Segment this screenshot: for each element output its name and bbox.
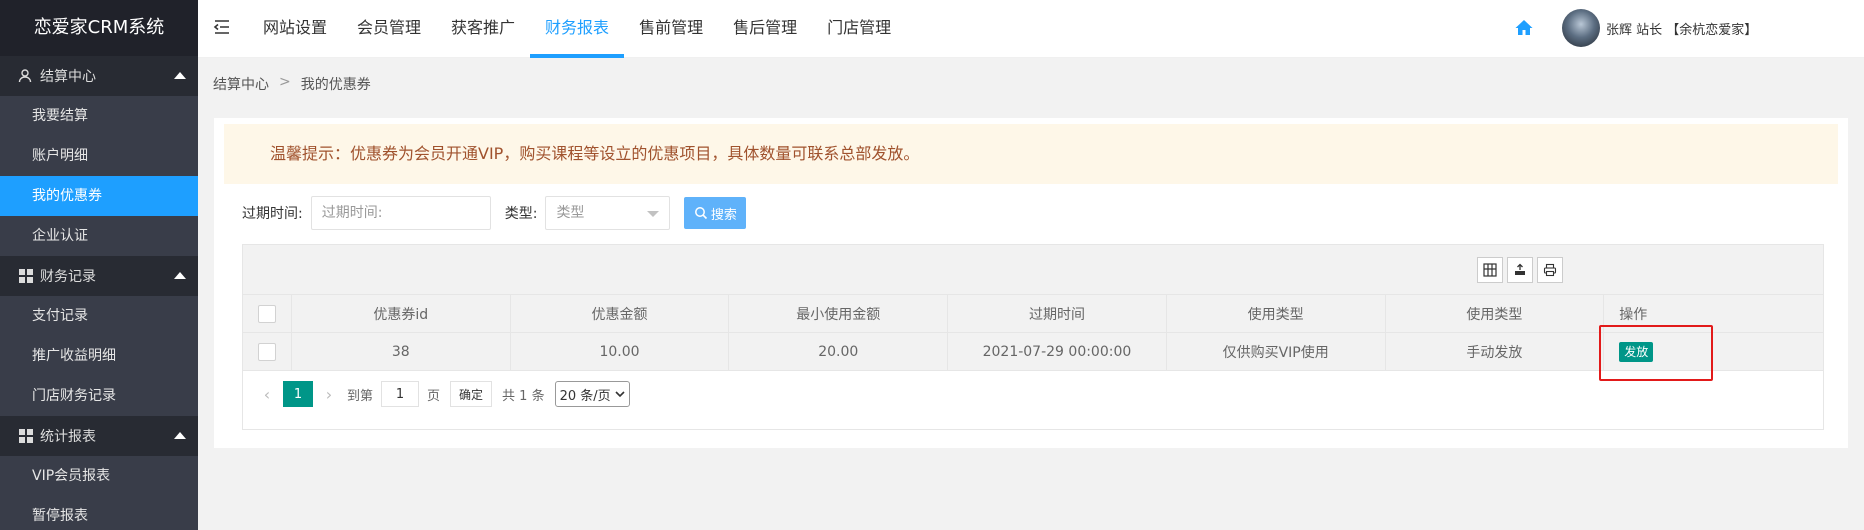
table-toolbar [243, 245, 1823, 295]
sidebar-group-finance[interactable]: 财务记录 [0, 256, 198, 296]
sidebar-item-settle[interactable]: 我要结算 [0, 96, 198, 136]
user-icon [18, 68, 34, 84]
sidebar-item-payments[interactable]: 支付记录 [0, 296, 198, 336]
sidebar-item-store-finance[interactable]: 门店财务记录 [0, 376, 198, 416]
col-min-amount[interactable]: 最小使用金额 [729, 295, 949, 332]
caret-up-icon [174, 272, 186, 279]
caret-up-icon [174, 432, 186, 439]
nav-member-management[interactable]: 会员管理 [342, 0, 436, 58]
cell-actions: 发放 [1604, 333, 1823, 370]
page-size-value: 20 条/页 [559, 388, 611, 404]
nav-site-settings[interactable]: 网站设置 [248, 0, 342, 58]
sidebar-item-enterprise-auth[interactable]: 企业认证 [0, 216, 198, 256]
row-checkbox[interactable] [257, 342, 276, 361]
cell-min-amount: 20.00 [729, 333, 949, 370]
home-icon[interactable] [1514, 18, 1534, 38]
sidebar-group-settlement[interactable]: 结算中心 [0, 56, 198, 96]
page-size-select[interactable]: 20 条/页 [554, 381, 630, 407]
export-icon[interactable] [1507, 257, 1533, 283]
avatar[interactable] [1562, 9, 1600, 47]
expire-date-input[interactable]: 过期时间: [310, 196, 491, 230]
sidebar: 恋爱家CRM系统 结算中心 我要结算 账户明细 我的优惠券 企业认证 财务记录 … [0, 0, 198, 530]
type-select[interactable]: 类型 [545, 196, 671, 230]
breadcrumb-separator: > [279, 74, 291, 90]
cell-expire-time: 2021-07-29 00:00:00 [948, 333, 1167, 370]
sidebar-group-label: 财务记录 [40, 269, 96, 285]
table-row: 38 10.00 20.00 2021-07-29 00:00:00 仅供购买V… [243, 333, 1823, 371]
nav-customer-acquisition[interactable]: 获客推广 [436, 0, 530, 58]
col-use-type[interactable]: 使用类型 [1167, 295, 1386, 332]
cell-use-type: 仅供购买VIP使用 [1167, 333, 1386, 370]
sidebar-group-reports[interactable]: 统计报表 [0, 416, 198, 456]
main-card: 温馨提示：优惠券为会员开通VIP，购买课程等设立的优惠项目，具体数量可联系总部发… [214, 118, 1848, 448]
search-button-label: 搜索 [710, 207, 737, 223]
columns-filter-icon[interactable] [1477, 257, 1503, 283]
select-all-checkbox[interactable] [257, 304, 276, 323]
print-icon[interactable] [1537, 257, 1563, 283]
goto-page-input[interactable]: 1 [381, 381, 420, 407]
col-expire-time[interactable]: 过期时间 [948, 295, 1167, 332]
apps-icon [18, 268, 34, 284]
goto-confirm-button[interactable]: 确定 [450, 381, 493, 407]
chevron-down-icon [615, 391, 625, 398]
breadcrumb-current: 我的优惠券 [300, 77, 371, 93]
col-amount[interactable]: 优惠金额 [511, 295, 730, 332]
page-unit-label: 页 [427, 388, 441, 404]
chevron-down-icon [647, 211, 660, 217]
issue-coupon-button[interactable]: 发放 [1619, 341, 1654, 362]
col-coupon-id[interactable]: 优惠券id [292, 295, 511, 332]
nav-aftersale[interactable]: 售后管理 [718, 0, 812, 58]
sidebar-item-my-coupons[interactable]: 我的优惠券 [0, 176, 198, 216]
expire-label: 过期时间: [242, 206, 303, 222]
top-header: 网站设置 会员管理 获客推广 财务报表 售前管理 售后管理 门店管理 张辉 站长… [198, 0, 1864, 58]
sidebar-item-account-detail[interactable]: 账户明细 [0, 136, 198, 176]
nav-finance-reports[interactable]: 财务报表 [530, 0, 625, 58]
app-logo: 恋爱家CRM系统 [0, 0, 198, 56]
breadcrumb-root[interactable]: 结算中心 [213, 74, 269, 94]
table-header: 优惠券id 优惠金额 最小使用金额 过期时间 使用类型 使用类型 操作 [243, 295, 1823, 333]
cell-amount: 10.00 [511, 333, 730, 370]
current-page[interactable]: 1 [283, 381, 313, 407]
next-page-button[interactable]: › [319, 385, 339, 404]
col-actions: 操作 [1619, 306, 1648, 323]
top-nav: 网站设置 会员管理 获客推广 财务报表 售前管理 售后管理 门店管理 [248, 0, 906, 58]
sidebar-item-vip-report[interactable]: VIP会员报表 [0, 456, 198, 496]
search-button[interactable]: 搜索 [684, 197, 747, 229]
pagination: ‹ 1 › 到第 1 页 确定 共 1 条 20 条/页 [257, 381, 630, 407]
filter-bar: 过期时间: 过期时间: 类型: 类型 搜索 [242, 196, 747, 230]
user-label[interactable]: 张辉 站长 【余杭恋爱家】 [1606, 19, 1757, 38]
breadcrumb: 结算中心 > 我的优惠券 [213, 74, 371, 94]
coupon-table: 优惠券id 优惠金额 最小使用金额 过期时间 使用类型 使用类型 操作 38 1… [242, 244, 1824, 430]
sidebar-group-label: 统计报表 [40, 429, 96, 445]
row-select-cell [243, 333, 292, 370]
cell-coupon-id: 38 [292, 333, 511, 370]
total-count: 共 1 条 [502, 388, 545, 404]
caret-up-icon [174, 72, 186, 79]
apps-icon [18, 428, 34, 444]
nav-store-management[interactable]: 门店管理 [812, 0, 906, 58]
type-label: 类型: [504, 206, 538, 222]
menu-toggle-icon[interactable] [212, 17, 232, 37]
tip-banner: 温馨提示：优惠券为会员开通VIP，购买课程等设立的优惠项目，具体数量可联系总部发… [224, 124, 1838, 184]
type-select-value: 类型 [556, 205, 585, 221]
prev-page-button[interactable]: ‹ [257, 385, 277, 404]
nav-presale[interactable]: 售前管理 [624, 0, 718, 58]
col-use-type-2[interactable]: 使用类型 [1386, 295, 1605, 332]
cell-issue-type: 手动发放 [1386, 333, 1605, 370]
select-all-cell [243, 295, 292, 332]
goto-label: 到第 [347, 388, 374, 404]
sidebar-group-label: 结算中心 [40, 69, 96, 85]
sidebar-item-promo-income[interactable]: 推广收益明细 [0, 336, 198, 376]
sidebar-item-pause-report[interactable]: 暂停报表 [0, 496, 198, 530]
search-icon [694, 207, 707, 220]
